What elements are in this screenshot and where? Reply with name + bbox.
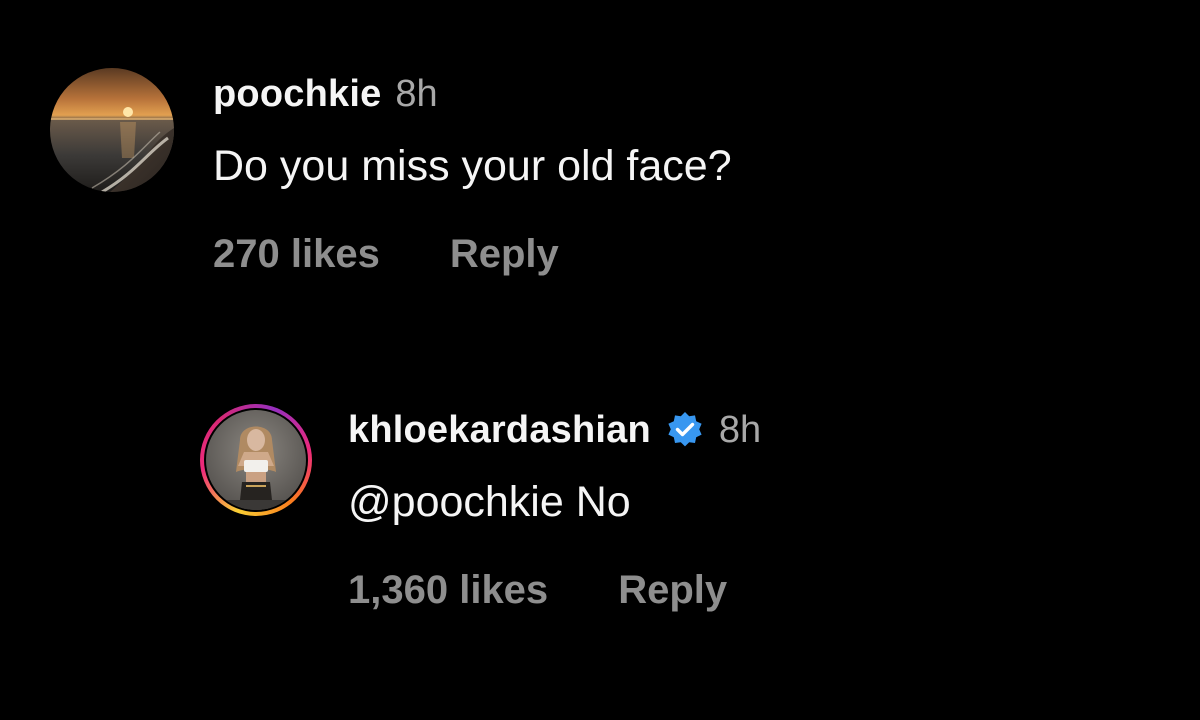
reply-item: khloekardashian 8h @poochkie No 1,360 li… (0, 330, 1200, 720)
comment-actions: 270 likes Reply (213, 230, 732, 278)
comment-body: khloekardashian 8h @poochkie No 1,360 li… (348, 406, 761, 614)
username[interactable]: poochkie (213, 73, 381, 116)
reply-button[interactable]: Reply (450, 232, 559, 277)
comment-header: poochkie 8h (213, 70, 732, 118)
comment-text: @poochkie No (348, 478, 631, 526)
story-ring[interactable] (200, 404, 312, 516)
reply-button[interactable]: Reply (618, 568, 727, 613)
timestamp: 8h (718, 408, 762, 451)
comment-header: khloekardashian 8h (348, 406, 761, 454)
sunset-beach-avatar (50, 68, 174, 192)
timestamp: 8h (395, 72, 438, 115)
username[interactable]: khloekardashian (348, 409, 651, 452)
avatar[interactable] (50, 68, 174, 192)
profile-photo-avatar (206, 410, 306, 510)
comment-text: Do you miss your old face? (213, 142, 732, 190)
verified-badge-icon (665, 410, 705, 450)
comment-item: poochkie 8h Do you miss your old face? 2… (0, 0, 1200, 330)
comment-actions: 1,360 likes Reply (348, 566, 761, 614)
avatar[interactable] (206, 410, 306, 510)
comment-body: poochkie 8h Do you miss your old face? 2… (213, 70, 732, 278)
likes-count[interactable]: 1,360 likes (348, 568, 548, 613)
likes-count[interactable]: 270 likes (213, 232, 380, 277)
